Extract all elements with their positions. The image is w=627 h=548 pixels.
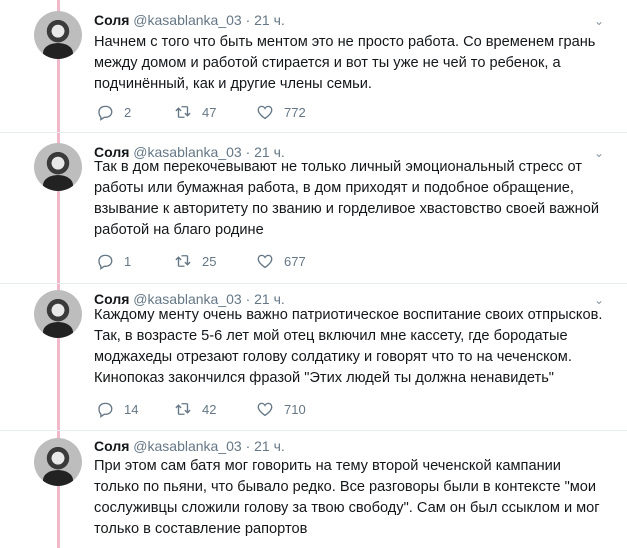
author-name[interactable]: Соля (94, 12, 129, 28)
timestamp[interactable]: 21 ч. (254, 12, 285, 28)
author-name[interactable]: Соля (94, 438, 129, 454)
like-button[interactable]: 772 (256, 103, 306, 121)
retweet-icon (175, 255, 191, 267)
heart-icon (257, 402, 273, 417)
reply-count: 14 (124, 401, 139, 417)
retweet-count: 47 (202, 104, 217, 120)
like-count: 710 (284, 401, 306, 417)
avatar[interactable] (34, 290, 82, 338)
retweet-icon (175, 106, 191, 118)
reply-button[interactable]: 14 (96, 400, 138, 418)
tweet-text: Начнем с того что быть ментом это не про… (94, 34, 596, 92)
avatar[interactable] (34, 143, 82, 191)
heart-icon (257, 254, 273, 269)
tweet-text: Каждому менту очень важно патриотическое… (94, 307, 603, 386)
retweet-count: 42 (202, 401, 217, 417)
retweet-button[interactable]: 25 (174, 252, 216, 270)
timestamp[interactable]: 21 ч. (254, 438, 285, 454)
avatar[interactable] (34, 11, 82, 59)
reply-button[interactable]: 1 (96, 252, 131, 270)
heart-icon (257, 105, 273, 120)
divider (0, 283, 627, 284)
retweet-icon (175, 403, 191, 415)
divider (0, 132, 627, 133)
tweet-text: Так в дом перекочевывают не только личны… (94, 159, 599, 238)
avatar[interactable] (34, 438, 82, 486)
divider (0, 430, 627, 431)
reply-icon (98, 402, 113, 418)
separator: · (245, 438, 251, 454)
like-count: 677 (284, 253, 306, 269)
like-button[interactable]: 710 (256, 400, 306, 418)
reply-icon (98, 105, 113, 121)
reply-button[interactable]: 2 (96, 103, 131, 121)
reply-count: 1 (124, 253, 132, 269)
tweet-text: При этом сам батя мог говорить на тему в… (94, 458, 600, 537)
author-handle[interactable]: @kasablanka_03 (133, 438, 241, 454)
retweet-button[interactable]: 42 (174, 400, 216, 418)
retweet-button[interactable]: 47 (174, 103, 216, 121)
separator: · (245, 12, 251, 28)
chevron-down-icon[interactable]: ⌄ (594, 15, 604, 27)
reply-icon (98, 254, 113, 270)
author-handle[interactable]: @kasablanka_03 (133, 12, 241, 28)
retweet-count: 25 (202, 253, 217, 269)
reply-count: 2 (124, 104, 132, 120)
like-button[interactable]: 677 (256, 252, 306, 270)
like-count: 772 (284, 104, 306, 120)
